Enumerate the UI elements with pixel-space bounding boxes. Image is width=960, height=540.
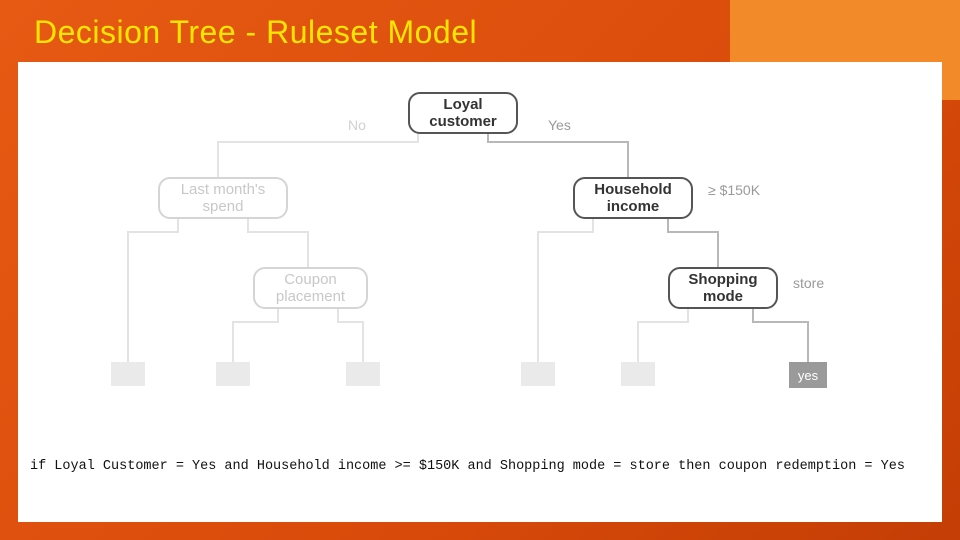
node-last-months-spend: Last month'sspend [158,177,288,219]
content-panel: Loyalcustomer No Yes Last month'sspend C… [18,62,942,522]
leaf-blank-3 [346,362,380,386]
slide: Decision Tree - Ruleset Model [0,0,960,540]
leaf-blank-2 [216,362,250,386]
node-label: Loyalcustomer [429,96,497,131]
leaf-yes: yes [789,362,827,388]
slide-title: Decision Tree - Ruleset Model [34,14,477,51]
edge-label-no: No [348,117,366,133]
node-label: Householdincome [594,181,672,216]
node-label: Last month'sspend [181,181,266,216]
rule-text: if Loyal Customer = Yes and Household in… [30,459,905,474]
edge-label-150k: ≥ $150K [708,182,760,198]
node-label: Shoppingmode [688,271,757,306]
edge-label-yes: Yes [548,117,571,133]
leaf-blank-5 [621,362,655,386]
leaf-blank-4 [521,362,555,386]
leaf-label: yes [798,368,818,383]
node-label: Couponplacement [276,271,345,306]
node-loyal-customer: Loyalcustomer [408,92,518,134]
edge-label-store: store [793,275,824,291]
node-coupon-placement: Couponplacement [253,267,368,309]
leaf-blank-1 [111,362,145,386]
node-household-income: Householdincome [573,177,693,219]
decision-tree-diagram: Loyalcustomer No Yes Last month'sspend C… [18,72,942,422]
node-shopping-mode: Shoppingmode [668,267,778,309]
